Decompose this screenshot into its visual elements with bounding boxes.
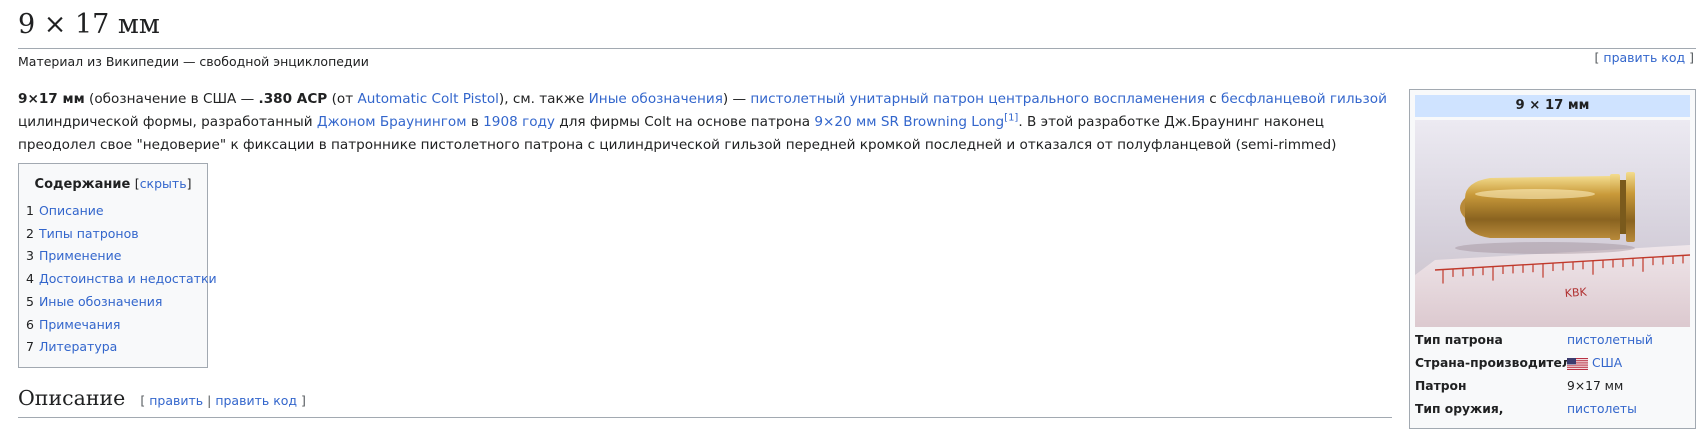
section-title: Описание (18, 386, 126, 410)
toc-title: Содержание (34, 177, 131, 192)
reference-1[interactable]: [1] (1004, 112, 1018, 123)
toc-item-link[interactable]: Описание (39, 203, 104, 218)
table-of-contents: Содержание [скрыть] 1 Описание 2 Типы патро… (18, 163, 217, 368)
lead-text: в (466, 114, 484, 130)
link-9x20-browning-long[interactable]: 9×20 мм SR Browning Long (814, 114, 1004, 130)
infobox-rows: Тип патрона пистолетный Страна-производите… (1415, 329, 1690, 421)
lead-text: ), см. также (498, 91, 589, 107)
bracket-open: [ (140, 393, 150, 408)
toc-item[interactable]: 4 Достоинства и недостатки (26, 268, 217, 291)
toc-item-number: 7 (26, 339, 34, 355)
us-flag-icon (1567, 357, 1588, 370)
toc-item[interactable]: 3 Применение (26, 245, 200, 268)
infobox-value: 9×17 мм (1567, 379, 1624, 393)
toc-item-link[interactable]: Литература (39, 339, 117, 354)
link-unitary-cartridge[interactable]: унитарный патрон (850, 91, 984, 107)
lead-text: с (1204, 91, 1222, 107)
toc-item[interactable]: 2 Типы патронов (26, 223, 200, 246)
infobox-value-cell: США (1567, 352, 1622, 375)
lead-term-us: .380 ACP (258, 91, 328, 107)
toc-header: Содержание [скрыть] (26, 176, 200, 192)
infobox-row: Тип патрона пистолетный (1415, 329, 1690, 352)
infobox-row: Тип оружия, пистолеты (1415, 398, 1690, 421)
toc-hide-link[interactable]: скрыть (140, 176, 187, 191)
link-john-browning[interactable]: Джоном Браунингом (317, 114, 467, 130)
section-heading: Описание [ править | править код ] (18, 386, 1392, 418)
toc-list: 1 Описание 2 Типы патронов 3 Применение 4 Досто… (26, 200, 217, 359)
infobox-value[interactable]: пистолеты (1567, 398, 1637, 421)
infobox-value[interactable]: пистолетный (1567, 329, 1653, 352)
toc-item[interactable]: 1 Описание (26, 200, 200, 223)
separator: | (203, 393, 216, 408)
edit-source-top: [ править код ] (1595, 50, 1694, 65)
infobox-title: 9 × 17 мм (1415, 95, 1690, 117)
link-other-names[interactable]: Иные обозначения (589, 91, 723, 107)
link-automatic-colt-pistol[interactable]: Automatic Colt Pistol (357, 91, 498, 107)
link-centerfire[interactable]: центрального воспламенения (988, 91, 1205, 107)
toc-item-link[interactable]: Применение (39, 248, 121, 263)
toc-item[interactable]: 7 Литература (26, 336, 200, 359)
section-edit-links: [ править | править код ] (140, 393, 306, 408)
infobox-label: Тип оружия, (1415, 402, 1504, 416)
site-tagline: Материал из Википедии — свободной энцикл… (18, 54, 369, 69)
link-rimless-case[interactable]: бесфланцевой гильзой (1221, 91, 1387, 107)
lead-text: цилиндрической формы, разработанный (18, 114, 317, 130)
infobox-label: Патрон (1415, 379, 1467, 393)
lead-text: ) — (722, 91, 751, 107)
section-edit-link[interactable]: править (149, 393, 203, 408)
cartridge-photo[interactable]: KBK (1415, 120, 1690, 327)
infobox: 9 × 17 мм KBK Тип патрона пистолетный Ст… (1409, 89, 1696, 429)
bracket-close: ] (297, 393, 306, 408)
infobox-row: Страна-производитель США (1415, 352, 1690, 375)
infobox-label: Страна-производитель (1415, 356, 1579, 370)
link-pistol[interactable]: пистолетный (750, 91, 845, 107)
toc-item-number: 2 (26, 225, 34, 241)
toc-item-number: 4 (26, 271, 34, 287)
toc-item[interactable]: 5 Иные обозначения (26, 291, 200, 314)
infobox-label: Тип патрона (1415, 333, 1503, 347)
infobox-value-cell: пистолетный (1567, 329, 1653, 352)
section-edit-source-link[interactable]: править код (215, 393, 297, 408)
toc-item-link[interactable]: Достоинства и недостатки (39, 271, 217, 286)
lead-term: 9×17 мм (18, 91, 85, 107)
toc-toggle: [скрыть] (134, 176, 192, 191)
toc-item-link[interactable]: Типы патронов (39, 226, 139, 241)
toc-item[interactable]: 6 Примечания (26, 314, 200, 337)
lead-text: для фирмы Colt на основе патрона (554, 114, 815, 130)
toc-item-link[interactable]: Иные обозначения (39, 294, 162, 309)
lead-paragraph: 9×17 мм (обозначение в США — .380 ACP (о… (18, 88, 1398, 180)
toc-item-number: 6 (26, 316, 34, 332)
toc-item-number: 5 (26, 293, 34, 309)
infobox-row: Патрон 9×17 мм (1415, 375, 1690, 398)
infobox-value[interactable]: США (1592, 352, 1622, 375)
infobox-value-cell: пистолеты (1567, 398, 1637, 421)
toc-item-number: 3 (26, 248, 34, 264)
lead-text: (от (327, 91, 358, 107)
link-1908[interactable]: 1908 году (483, 114, 555, 130)
ruler-label: KBK (1564, 285, 1588, 300)
infobox-value-cell: 9×17 мм (1567, 375, 1623, 398)
toc-item-link[interactable]: Примечания (39, 317, 120, 332)
page-title: 9 × 17 мм (18, 4, 1696, 49)
bracket-close: ] (1685, 50, 1694, 65)
edit-source-link[interactable]: править код (1603, 50, 1685, 65)
toc-item-number: 1 (26, 203, 34, 218)
lead-text: (обозначение в США — (84, 91, 259, 107)
